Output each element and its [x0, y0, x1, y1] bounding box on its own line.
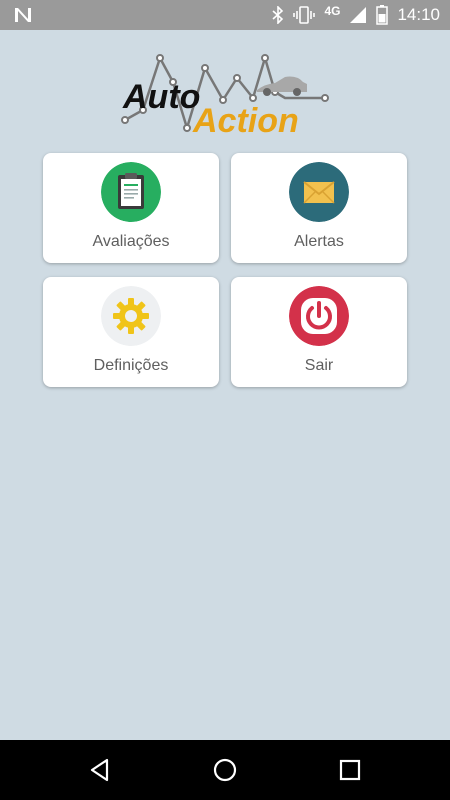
menu-item-alertas[interactable]: Alertas	[231, 153, 407, 263]
clipboard-icon	[101, 162, 161, 222]
envelope-icon	[289, 162, 349, 222]
home-icon[interactable]	[210, 755, 240, 785]
navigation-bar	[0, 740, 450, 800]
menu-item-label: Definições	[93, 357, 169, 374]
power-icon	[289, 286, 349, 346]
signal-icon	[350, 7, 367, 23]
menu-item-avaliacoes[interactable]: Avaliações	[43, 153, 219, 263]
bluetooth-icon	[272, 6, 284, 24]
battery-icon	[376, 5, 389, 25]
menu-item-sair[interactable]: Sair	[231, 277, 407, 387]
menu-item-definicoes[interactable]: Definições	[43, 277, 219, 387]
logo-word-auto: Auto	[122, 78, 200, 116]
menu-item-label: Alertas	[294, 233, 344, 250]
notification-n-icon	[15, 8, 31, 22]
recents-icon[interactable]	[335, 755, 365, 785]
menu-item-label: Sair	[304, 357, 334, 374]
status-bar: 4G 14:10	[0, 0, 450, 30]
car-icon	[257, 76, 307, 96]
menu-item-label: Avaliações	[92, 233, 170, 250]
logo-word-action: Action	[192, 102, 299, 140]
auto-action-logo: Auto Action	[121, 53, 329, 140]
network-type: 4G	[324, 4, 341, 18]
vibrate-icon	[293, 6, 316, 24]
gear-icon	[101, 286, 161, 346]
clock: 14:10	[397, 5, 440, 24]
back-icon[interactable]	[85, 755, 115, 785]
